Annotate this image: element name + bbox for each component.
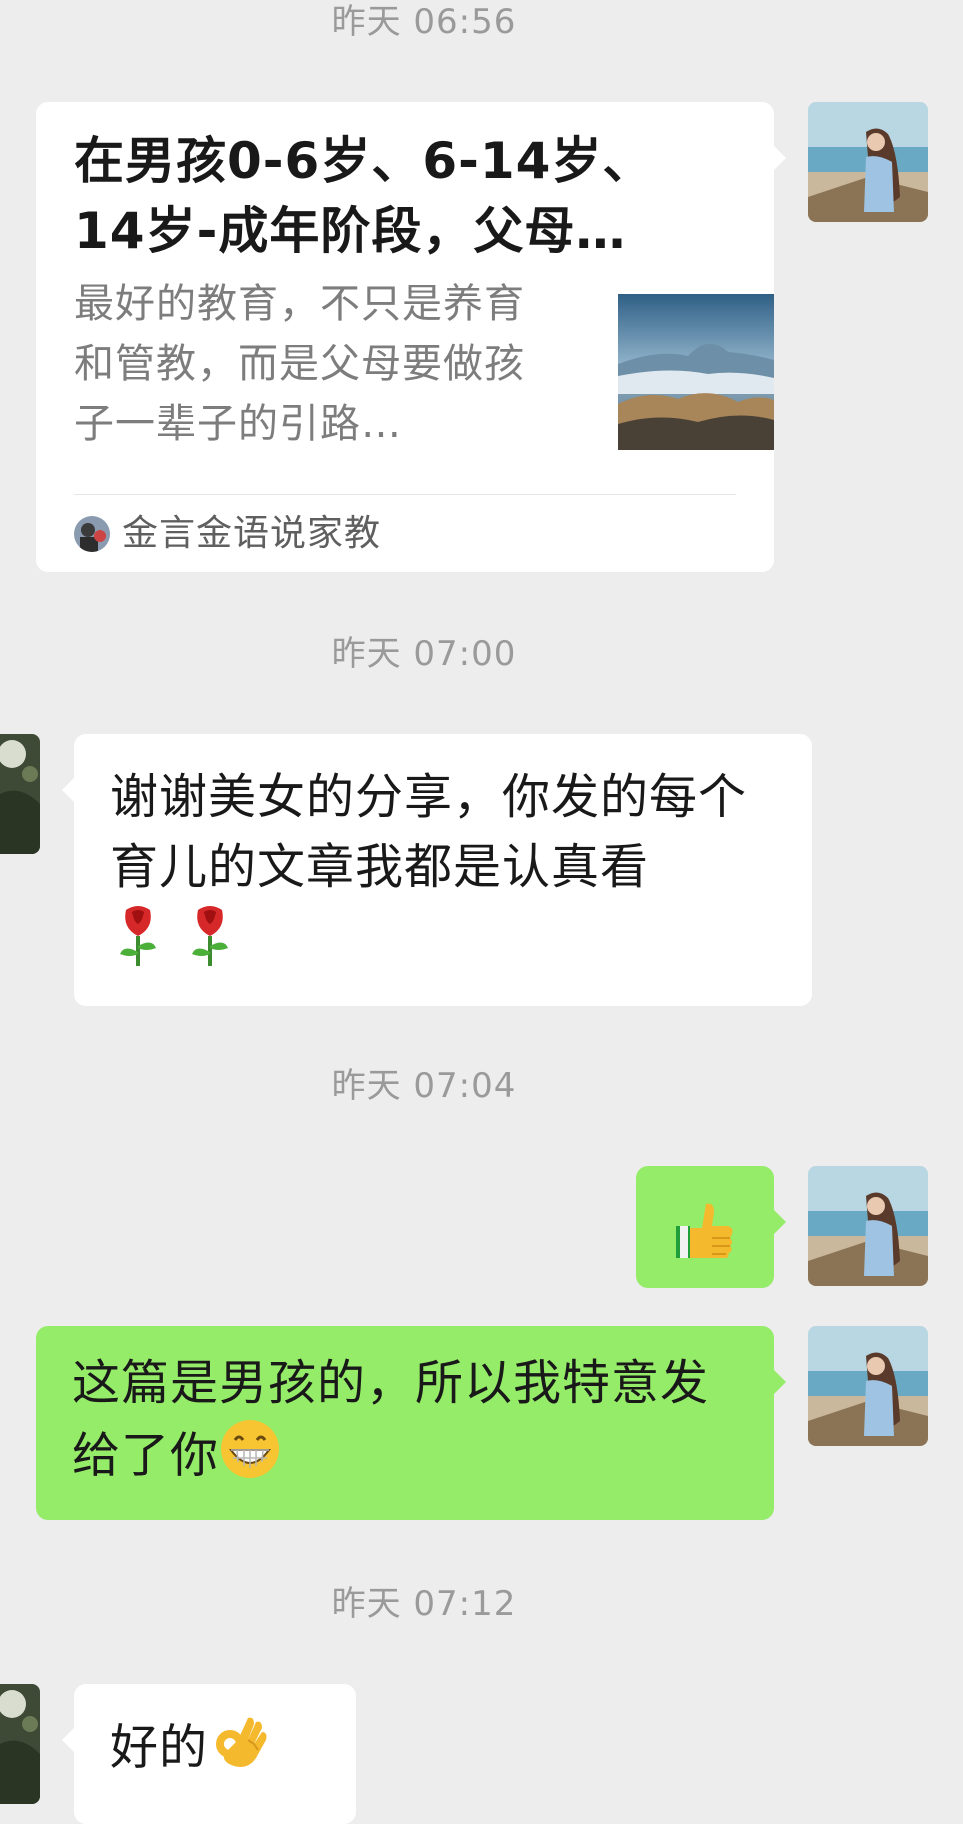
timestamp: 昨天 07:12 <box>331 1584 517 1624</box>
card-divider <box>74 494 736 495</box>
rose-emoji <box>182 902 238 987</box>
timestamp: 昨天 06:56 <box>331 2 517 42</box>
article-title: 在男孩0-6岁、6-14岁、14岁-成年阶段，父母… <box>74 132 654 260</box>
message-text: 谢谢美女的分享，你发的每个育儿的文章我都是认真看 <box>110 769 748 895</box>
peer-message-bubble[interactable]: 谢谢美女的分享，你发的每个育儿的文章我都是认真看 <box>62 734 812 1006</box>
peer-message-bubble[interactable]: 好的 <box>62 1684 356 1824</box>
article-source-name: 金言金语说家教 <box>122 513 382 554</box>
message-text: 好的 <box>110 1719 209 1776</box>
timestamp: 昨天 07:00 <box>331 634 517 674</box>
message-text: 这篇是男孩的，所以我特意发给了你 <box>72 1355 710 1484</box>
grin-emoji <box>219 1418 281 1499</box>
self-avatar[interactable] <box>808 1326 928 1446</box>
thumbs-up-emoji <box>674 1198 736 1264</box>
mountain-landscape-thumbnail <box>618 294 774 450</box>
self-avatar[interactable] <box>808 1166 928 1286</box>
ok-hand-emoji <box>208 1710 270 1791</box>
article-description: 最好的教育，不只是养育和管教，而是父母要做孩子一辈子的引路… <box>74 281 525 447</box>
self-emoji-bubble[interactable] <box>636 1166 786 1288</box>
self-avatar[interactable] <box>808 102 928 222</box>
peer-avatar[interactable] <box>0 1684 40 1804</box>
article-card[interactable]: 在男孩0-6岁、6-14岁、14岁-成年阶段，父母… 最好的教育，不只是养育和管… <box>36 102 786 572</box>
timestamp: 昨天 07:04 <box>331 1066 517 1106</box>
account-avatar-icon <box>74 516 110 552</box>
self-message-bubble[interactable]: 这篇是男孩的，所以我特意发给了你 <box>36 1326 786 1520</box>
rose-emoji <box>110 902 166 987</box>
peer-avatar[interactable] <box>0 734 40 854</box>
